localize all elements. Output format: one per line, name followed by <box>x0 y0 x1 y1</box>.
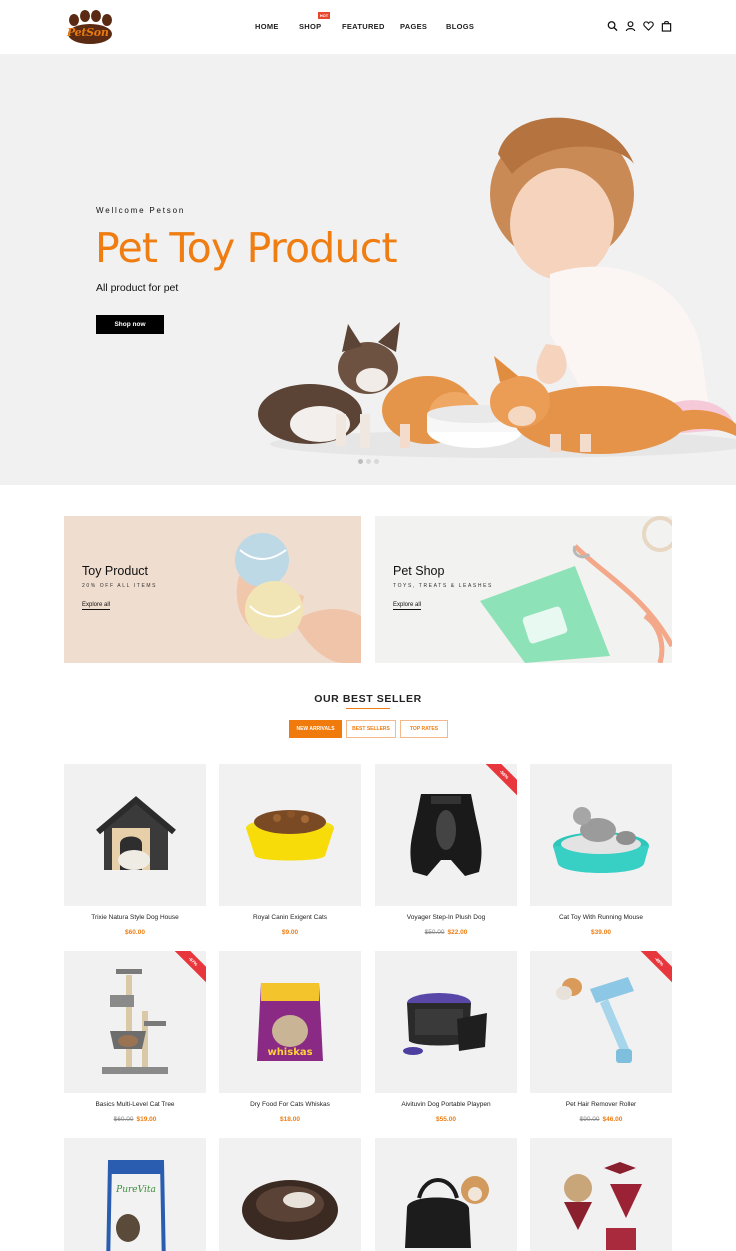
product-name[interactable]: Dry Food For Cats Whiskas <box>219 1101 361 1108</box>
playpen-image <box>403 993 487 1055</box>
hero-description: All product for pet <box>96 282 179 294</box>
hero-slider: Wellcome Petson Pet Toy Product All prod… <box>0 54 736 485</box>
toy-balls-image <box>235 533 361 663</box>
price-old: $90.00 <box>579 1116 600 1123</box>
best-seller-title: OUR BEST SELLER <box>314 693 422 705</box>
product-price: $18.00 <box>219 1116 361 1123</box>
hero-subtitle: Wellcome Petson <box>96 206 186 215</box>
tab-best-sellers[interactable]: BEST SELLERS <box>346 720 396 738</box>
purevita-bag-image: PureVita <box>106 1160 166 1251</box>
cat-toy-image <box>553 807 649 873</box>
product-image[interactable] <box>530 764 672 906</box>
product-name[interactable]: Pet Hair Remover Roller <box>530 1101 672 1108</box>
pet-bed-image <box>242 1180 338 1240</box>
dog-house-image <box>96 796 176 870</box>
user-icon[interactable] <box>625 20 636 32</box>
explore-all-link[interactable]: Explore all <box>393 602 422 610</box>
product-name[interactable]: Royal Canin Exigent Cats <box>219 914 361 921</box>
product-price: $39.00 <box>530 929 672 936</box>
product-price: $55.00 <box>375 1116 517 1123</box>
hero-image <box>258 117 736 458</box>
product-image[interactable]: -49% <box>530 951 672 1093</box>
product-image[interactable]: -56% <box>375 764 517 906</box>
leash-wipes-image <box>480 516 672 663</box>
product-image[interactable]: whiskas <box>219 951 361 1093</box>
price-current: $39.00 <box>591 929 611 936</box>
title-underline <box>346 708 390 709</box>
shop-now-button[interactable]: Shop now <box>96 315 164 334</box>
slider-dots <box>358 459 379 464</box>
product-image[interactable] <box>219 1138 361 1251</box>
nav-pages[interactable]: PAGES <box>400 22 427 31</box>
product-name[interactable]: Trixie Natura Style Dog House <box>64 914 206 921</box>
harness-image <box>410 794 482 876</box>
header-icons <box>607 20 672 32</box>
explore-all-link[interactable]: Explore all <box>82 602 111 610</box>
product-name[interactable]: Voyager Step-In Plush Dog <box>375 914 517 921</box>
banner-toy-product[interactable]: Toy Product 20% OFF ALL ITEMS Explore al… <box>64 516 361 663</box>
product-image[interactable] <box>219 764 361 906</box>
product-name[interactable]: Cat Toy With Running Mouse <box>530 914 672 921</box>
product-price: $50.00 $22.00 <box>375 929 517 936</box>
nav-featured[interactable]: FEATURED <box>342 22 385 31</box>
cat-tree-image <box>102 969 168 1074</box>
slider-dot[interactable] <box>366 459 371 464</box>
nav-home[interactable]: HOME <box>255 22 279 31</box>
product-image[interactable] <box>375 1138 517 1251</box>
price-current: $9.00 <box>281 929 299 936</box>
slider-dot[interactable] <box>374 459 379 464</box>
heart-icon[interactable] <box>643 20 654 32</box>
search-icon[interactable] <box>607 20 618 32</box>
price-current: $46.00 <box>602 1116 623 1123</box>
tab-new-arrivals[interactable]: NEW ARRIVALS <box>289 720 342 738</box>
product-price: $90.00 $46.00 <box>530 1116 672 1123</box>
pet-carrier-image <box>405 1176 489 1248</box>
product-price: $9.00 <box>219 929 361 936</box>
price-current: $55.00 <box>436 1116 456 1123</box>
whiskas-label: whiskas <box>267 1047 312 1058</box>
site-header: PetSon HOME SHOP FEATURED PAGES BLOGS HO… <box>0 0 736 54</box>
banner-pet-shop[interactable]: Pet Shop TOYS, TREATS & LEASHES Explore … <box>375 516 672 663</box>
purevita-label: PureVita <box>115 1185 156 1195</box>
nav-blogs[interactable]: BLOGS <box>446 22 474 31</box>
banner-title: Pet Shop <box>393 564 445 578</box>
price-old: $60.00 <box>113 1116 134 1123</box>
banner-subtitle: 20% OFF ALL ITEMS <box>82 583 158 589</box>
nav-shop[interactable]: SHOP <box>299 22 321 31</box>
hair-roller-image <box>556 977 634 1063</box>
bandana-image <box>564 1162 642 1250</box>
banner-title: Toy Product <box>82 564 149 578</box>
whiskas-bag-image: whiskas <box>257 983 323 1061</box>
price-current: $22.00 <box>447 929 468 936</box>
slider-dot[interactable] <box>358 459 363 464</box>
price-current: $60.00 <box>125 929 145 936</box>
product-price: $60.00 $19.00 <box>64 1116 206 1123</box>
product-image[interactable] <box>375 951 517 1093</box>
product-name[interactable]: Basics Multi-Level Cat Tree <box>64 1101 206 1108</box>
banner-subtitle: TOYS, TREATS & LEASHES <box>393 583 493 589</box>
product-price: $60.00 <box>64 929 206 936</box>
price-current: $18.00 <box>280 1116 300 1123</box>
product-image[interactable] <box>530 1138 672 1251</box>
food-bowl-image <box>246 810 334 861</box>
product-image[interactable]: -67% <box>64 951 206 1093</box>
bag-icon[interactable] <box>661 20 672 32</box>
hot-badge: HOT <box>318 12 330 19</box>
tab-top-rates[interactable]: TOP RATES <box>400 720 448 738</box>
product-image[interactable]: PureVita <box>64 1138 206 1251</box>
price-current: $19.00 <box>136 1116 157 1123</box>
price-old: $50.00 <box>424 929 445 936</box>
product-name[interactable]: Aivituvin Dog Portable Playpen <box>375 1101 517 1108</box>
product-image[interactable] <box>64 764 206 906</box>
